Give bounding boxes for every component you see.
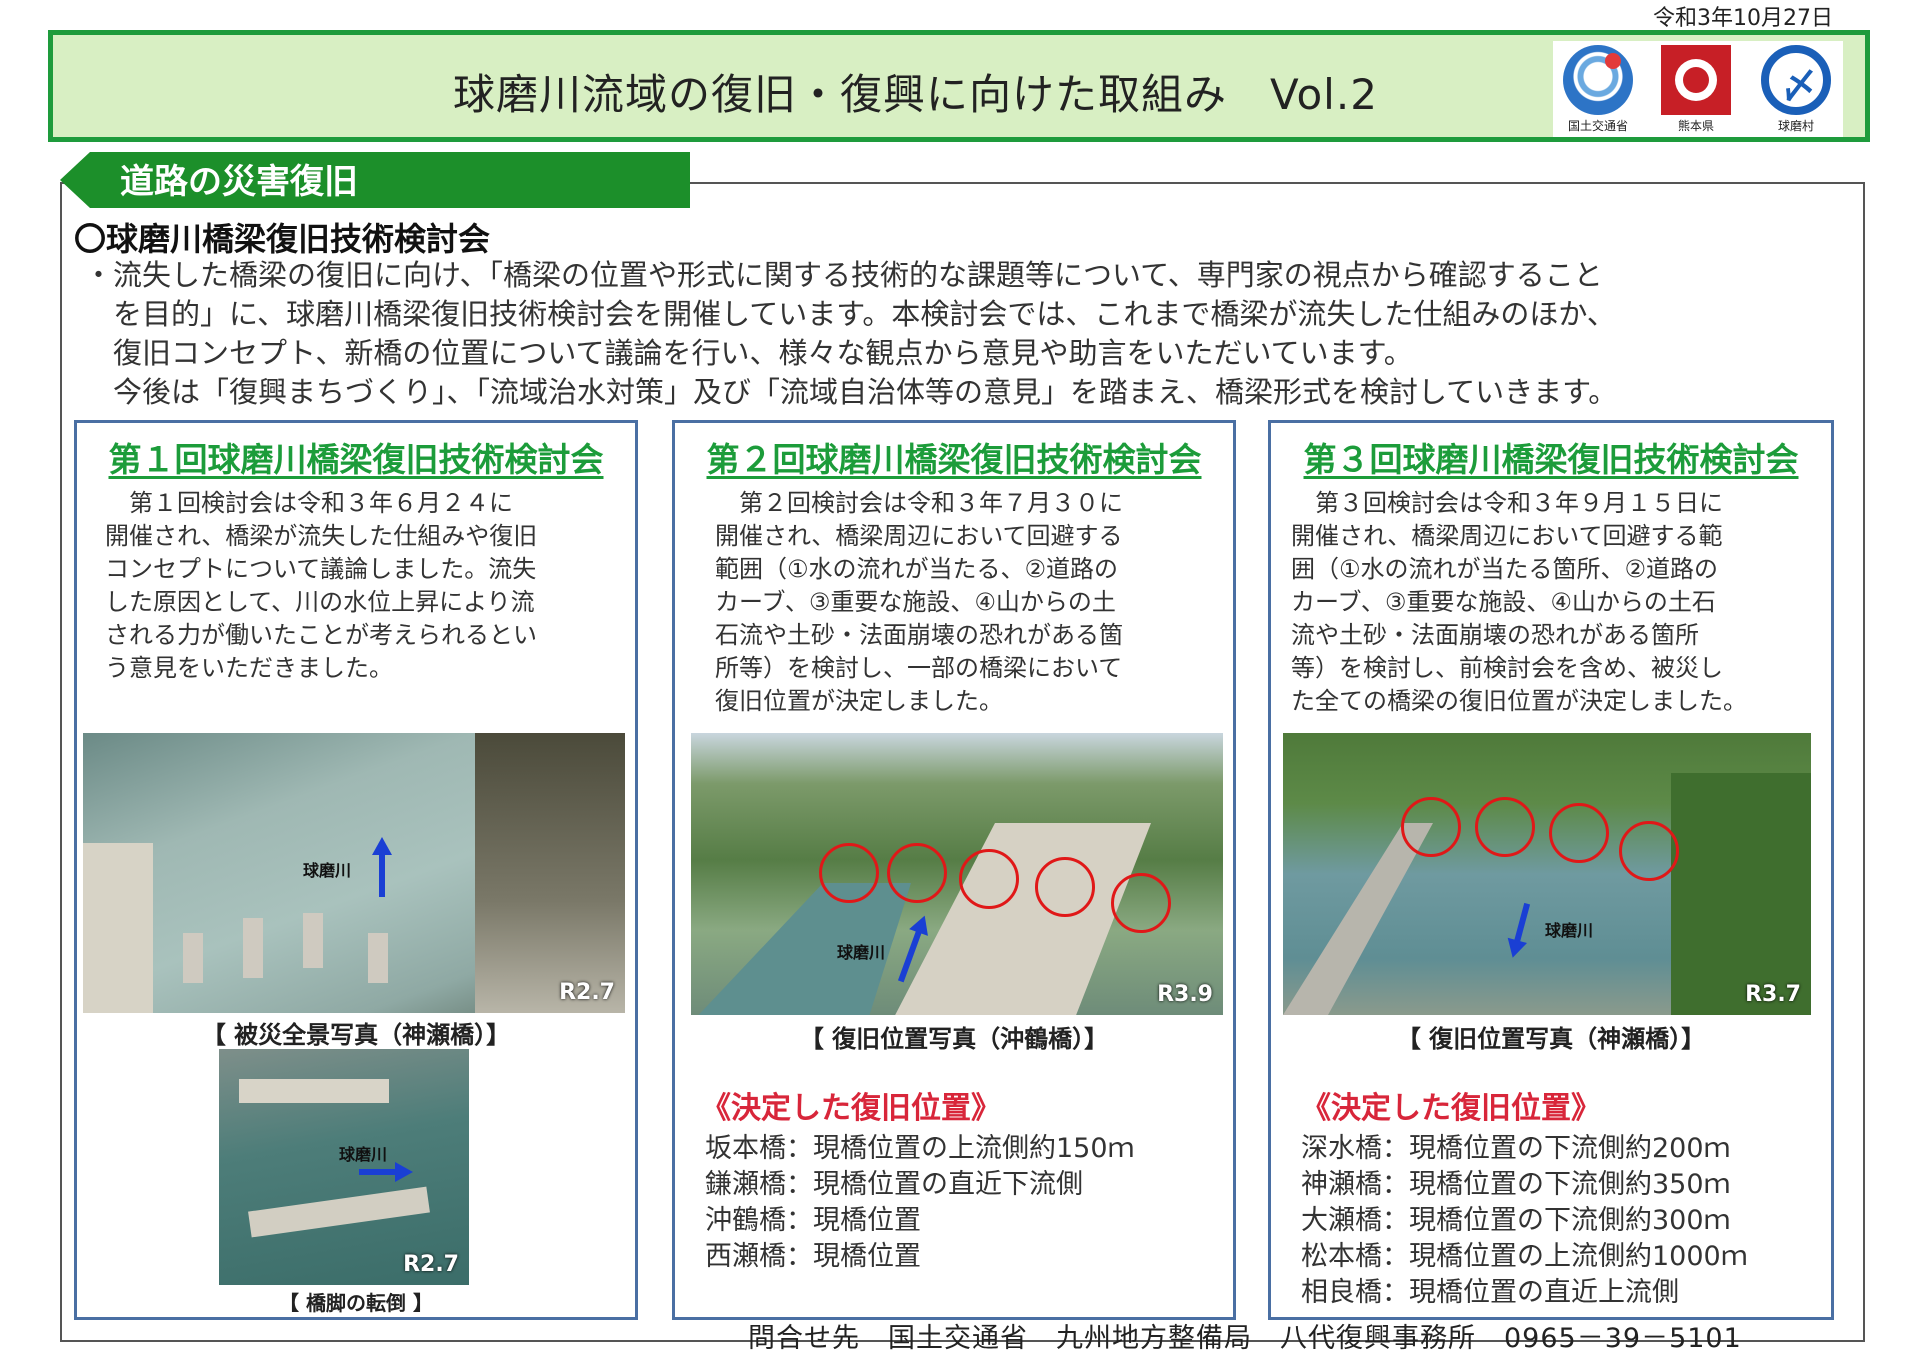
photo-caption: 【 復旧位置写真（神瀬橋）】 bbox=[1396, 1025, 1706, 1053]
candidate-position-circle bbox=[819, 843, 879, 903]
photo-date-stamp: R2.7 bbox=[403, 1252, 459, 1277]
section-tab-label: 道路の災害復旧 bbox=[120, 162, 358, 202]
list-item: 深水橋：現橋位置の下流側約200ｍ bbox=[1301, 1133, 1731, 1164]
candidate-position-circle bbox=[887, 843, 947, 903]
logo-group: 国土交通省 熊本県 球磨村 bbox=[1553, 41, 1843, 137]
panel-description: 第１回検討会は令和３年６月２４に 開催され、橋梁が流失した仕組みや復旧 コンセプ… bbox=[105, 489, 538, 682]
candidate-position-circle bbox=[1035, 857, 1095, 917]
restoration-position-photo: 球磨川 R3.7 bbox=[1283, 733, 1811, 1015]
decided-positions-heading: 《決定した復旧位置》 bbox=[701, 1091, 1001, 1126]
candidate-position-circle bbox=[1111, 873, 1171, 933]
photo-date-stamp: R2.7 bbox=[559, 980, 615, 1005]
list-item: 大瀬橋：現橋位置の下流側約300ｍ bbox=[1301, 1205, 1731, 1236]
list-item: 松本橋：現橋位置の上流側約1000ｍ bbox=[1301, 1241, 1748, 1272]
panel-meeting-3: 第３回球磨川橋梁復旧技術検討会 第３回検討会は令和３年９月１５日に 開催され、橋… bbox=[1268, 420, 1834, 1320]
river-label: 球磨川 bbox=[303, 861, 352, 880]
list-item: 鎌瀬橋：現橋位置の直近下流側 bbox=[705, 1169, 1083, 1200]
panel-description: 第２回検討会は令和３年７月３０に 開催され、橋梁周辺において回避する 範囲（①水… bbox=[715, 489, 1123, 715]
kumamoto-pref-logo: 熊本県 bbox=[1657, 45, 1735, 133]
contact-footer: 問合せ先 国土交通省 九州地方整備局 八代復興事務所 0965－39－5101 bbox=[748, 1323, 1742, 1350]
river-label: 球磨川 bbox=[339, 1145, 388, 1164]
panel-description: 第３回検討会は令和３年９月１５日に 開催され、橋梁周辺において回避する範 囲（①… bbox=[1291, 489, 1747, 715]
panel-title: 第２回球磨川橋梁復旧技術検討会 bbox=[706, 440, 1202, 479]
restoration-position-photo: 球磨川 R3.9 bbox=[691, 733, 1223, 1015]
mlit-logo: 国土交通省 bbox=[1559, 45, 1637, 133]
kuma-village-logo-icon bbox=[1761, 45, 1831, 115]
page-title: 球磨川流域の復旧・復興に向けた取組み Vol.2 bbox=[453, 70, 1378, 119]
kuma-village-logo: 球磨村 bbox=[1757, 45, 1835, 133]
candidate-position-circle bbox=[959, 849, 1019, 909]
list-item: 相良橋：現橋位置の直近上流側 bbox=[1301, 1277, 1679, 1308]
candidate-position-circle bbox=[1619, 821, 1679, 881]
mlit-logo-icon bbox=[1563, 45, 1633, 115]
photo-date-stamp: R3.9 bbox=[1157, 982, 1213, 1007]
intro-text: ・流失した橋梁の復旧に向け、「橋梁の位置や形式に関する技術的な課題等について、専… bbox=[84, 258, 1618, 409]
photo-date-stamp: R3.7 bbox=[1745, 982, 1801, 1007]
panel-meeting-2: 第２回球磨川橋梁復旧技術検討会 第２回検討会は令和３年７月３０に 開催され、橋梁… bbox=[672, 420, 1236, 1320]
list-item: 沖鶴橋：現橋位置 bbox=[705, 1205, 921, 1236]
flow-direction-arrow-icon bbox=[359, 1162, 413, 1182]
photo-caption: 【 橋脚の転倒 】 bbox=[279, 1291, 433, 1315]
panel-meeting-1: 第１回球磨川橋梁復旧技術検討会 第１回検討会は令和３年６月２４に 開催され、橋梁… bbox=[74, 420, 638, 1320]
date-label: 令和3年10月27日 bbox=[1653, 6, 1833, 31]
candidate-position-circle bbox=[1549, 803, 1609, 863]
pier-collapse-photo: 球磨川 R2.7 bbox=[219, 1049, 469, 1285]
panel-title: 第３回球磨川橋梁復旧技術検討会 bbox=[1303, 440, 1799, 479]
river-label: 球磨川 bbox=[837, 943, 886, 962]
candidate-position-circle bbox=[1401, 797, 1461, 857]
flow-direction-arrow-icon bbox=[1513, 902, 1531, 944]
panel-title: 第１回球磨川橋梁復旧技術検討会 bbox=[108, 440, 604, 479]
sub-heading: 〇球磨川橋梁復旧技術検討会 bbox=[74, 220, 491, 258]
photo-caption: 【 復旧位置写真（沖鶴橋）】 bbox=[799, 1025, 1109, 1053]
river-label: 球磨川 bbox=[1545, 921, 1594, 940]
decided-positions-heading: 《決定した復旧位置》 bbox=[1301, 1091, 1601, 1126]
list-item: 西瀬橋：現橋位置 bbox=[705, 1241, 921, 1272]
decided-positions-list: 深水橋：現橋位置の下流側約200ｍ 神瀬橋：現橋位置の下流側約350ｍ 大瀬橋：… bbox=[1301, 1131, 1748, 1311]
header-banner: 球磨川流域の復旧・復興に向けた取組み Vol.2 国土交通省 熊本県 球磨村 bbox=[48, 30, 1870, 142]
list-item: 坂本橋：現橋位置の上流側約150ｍ bbox=[705, 1133, 1135, 1164]
flow-direction-arrow-icon bbox=[372, 837, 392, 897]
photo-caption: 【 被災全景写真（神瀬橋）】 bbox=[201, 1021, 511, 1049]
disaster-overview-photo: 球磨川 R2.7 bbox=[83, 733, 625, 1013]
list-item: 神瀬橋：現橋位置の下流側約350ｍ bbox=[1301, 1169, 1731, 1200]
kumamoto-pref-logo-icon bbox=[1661, 45, 1731, 115]
candidate-position-circle bbox=[1475, 797, 1535, 857]
decided-positions-list: 坂本橋：現橋位置の上流側約150ｍ 鎌瀬橋：現橋位置の直近下流側 沖鶴橋：現橋位… bbox=[705, 1131, 1135, 1275]
